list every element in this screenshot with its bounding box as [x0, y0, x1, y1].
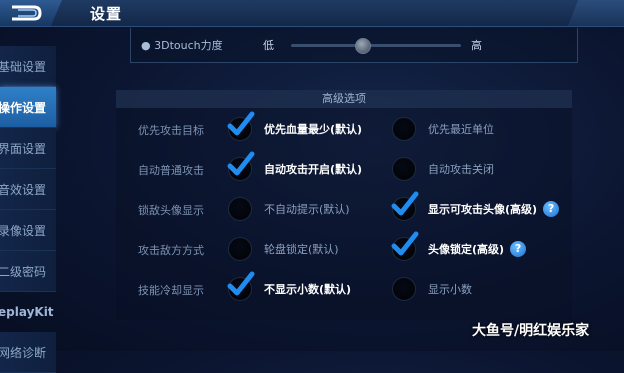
option-text: 自动攻击开启(默认) — [264, 163, 363, 176]
radio-checked[interactable] — [391, 191, 419, 221]
option-text: 自动攻击关闭 — [428, 163, 494, 176]
option-left[interactable]: 自动攻击开启(默认) — [227, 151, 363, 184]
radio-unchecked[interactable] — [392, 277, 416, 301]
check-icon — [391, 191, 419, 216]
option-text: 优先最近单位 — [428, 123, 494, 136]
check-icon — [227, 271, 255, 296]
option-row: 攻击敌方方式 轮盘锁定(默认) 头像锁定(高级)? — [116, 231, 572, 268]
slider-low-label: 低 — [263, 39, 274, 52]
option-right[interactable]: 优先最近单位 — [392, 114, 494, 144]
page-title: 设置 — [90, 5, 123, 23]
touch-slider[interactable] — [291, 38, 461, 54]
option-left[interactable]: 优先血量最少(默认) — [227, 111, 363, 144]
sidebar-item-recording[interactable]: 录像设置 — [0, 210, 56, 251]
option-right[interactable]: 显示可攻击头像(高级)? — [391, 191, 560, 224]
sidebar: 基础设置 操作设置 界面设置 音效设置 录像设置 二级密码 eplayKit 网… — [0, 46, 56, 373]
radio-unchecked[interactable] — [392, 157, 416, 181]
check-icon — [227, 151, 255, 176]
radio-checked[interactable] — [227, 151, 255, 181]
sidebar-item-network[interactable]: 网络诊断 — [0, 332, 56, 373]
check-icon — [227, 111, 255, 136]
back-arrow-icon — [12, 5, 42, 21]
option-row: 自动普通攻击 自动攻击开启(默认) 自动攻击关闭 — [116, 151, 572, 188]
option-row: 优先攻击目标 优先血量最少(默认) 优先最近单位 — [116, 111, 572, 148]
sidebar-item-interface[interactable]: 界面设置 — [0, 128, 56, 169]
sidebar-item-replaykit[interactable]: eplayKit — [0, 292, 56, 332]
option-right[interactable]: 显示小数 — [392, 274, 472, 304]
watermark: 大鱼号/明红娱乐家 — [472, 323, 590, 339]
option-left[interactable]: 轮盘锁定(默认) — [228, 234, 339, 264]
option-row-label: 优先攻击目标 — [138, 124, 204, 137]
slider-high-label: 高 — [471, 39, 482, 52]
sidebar-item-basic[interactable]: 基础设置 — [0, 46, 56, 87]
option-text: 优先血量最少(默认) — [264, 123, 363, 136]
radio-checked[interactable] — [391, 231, 419, 261]
help-icon[interactable]: ? — [510, 241, 527, 257]
top-bar-corner — [568, 0, 624, 26]
back-button[interactable] — [0, 0, 62, 26]
option-text: 头像锁定(高级) — [428, 243, 505, 256]
advanced-title: 高级选项 — [116, 90, 572, 108]
check-icon — [391, 231, 419, 256]
radio-checked[interactable] — [227, 111, 255, 141]
option-text: 轮盘锁定(默认) — [264, 243, 339, 256]
option-text: 不显示小数(默认) — [264, 283, 352, 296]
option-row-label: 技能冷却显示 — [138, 284, 204, 297]
option-text: 显示小数 — [428, 283, 472, 296]
option-text: 显示可攻击头像(高级) — [428, 203, 538, 216]
sidebar-item-password[interactable]: 二级密码 — [0, 251, 56, 292]
option-text: 不自动提示(默认) — [264, 203, 350, 216]
option-row: 技能冷却显示 不显示小数(默认) 显示小数 — [116, 271, 572, 308]
touch-panel: ● 3Dtouch力度 低 高 — [130, 28, 578, 63]
radio-unchecked[interactable] — [228, 197, 252, 221]
touch-label: ● 3Dtouch力度 — [141, 39, 223, 52]
option-left[interactable]: 不自动提示(默认) — [228, 194, 350, 224]
radio-unchecked[interactable] — [228, 237, 252, 261]
slider-thumb[interactable] — [355, 38, 372, 54]
radio-unchecked[interactable] — [392, 117, 416, 141]
sidebar-item-controls[interactable]: 操作设置 — [0, 87, 56, 128]
option-right[interactable]: 自动攻击关闭 — [392, 154, 494, 184]
option-row: 锁敌头像显示 不自动提示(默认) 显示可攻击头像(高级)? — [116, 191, 572, 228]
option-left[interactable]: 不显示小数(默认) — [227, 271, 352, 304]
option-row-label: 自动普通攻击 — [138, 164, 204, 177]
help-icon[interactable]: ? — [543, 201, 560, 217]
radio-checked[interactable] — [227, 271, 255, 301]
option-row-label: 锁敌头像显示 — [138, 204, 204, 217]
sidebar-item-sound[interactable]: 音效设置 — [0, 169, 56, 210]
top-bar: 设置 — [0, 0, 624, 27]
advanced-options-panel: 高级选项 优先攻击目标 优先血量最少(默认) 优先最近单位自动普通攻击 自动攻击开启(… — [116, 90, 572, 320]
option-right[interactable]: 头像锁定(高级)? — [391, 231, 527, 264]
option-row-label: 攻击敌方方式 — [138, 244, 204, 257]
